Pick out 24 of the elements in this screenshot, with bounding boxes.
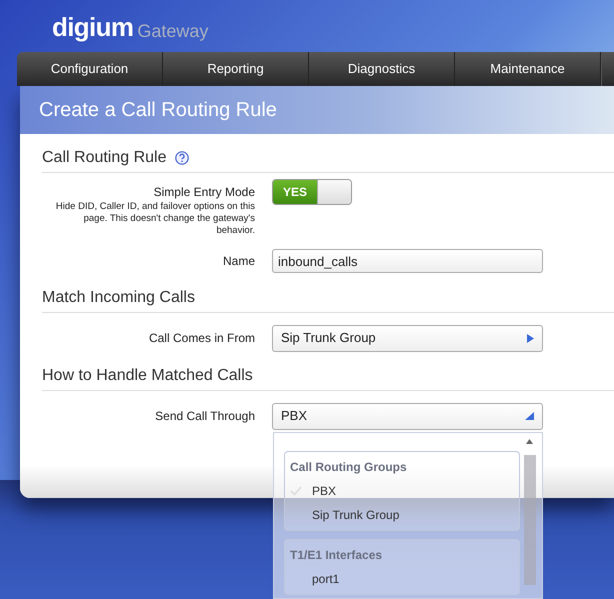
select-field[interactable]: Sip Trunk Group	[272, 324, 543, 352]
section-heading: How to Handle Matched Calls	[42, 366, 253, 386]
section-heading: Call Routing Rule	[42, 148, 167, 168]
field-hint: Hide DID, Caller ID, and failover options on this page. This doesn't change the gateway's behavior.	[54, 201, 255, 237]
help-icon[interactable]	[174, 151, 189, 165]
group-heading: T1/E1 Interfaces	[290, 547, 384, 564]
dropdown-option[interactable]: port1	[290, 570, 514, 588]
section-heading: Match Incoming Calls	[42, 288, 195, 308]
select-field[interactable]: PBX	[272, 402, 543, 430]
text-field[interactable]: inbound_calls	[272, 249, 543, 273]
field-label: Send Call Through	[155, 408, 255, 424]
field-label: Simple Entry Mode	[154, 185, 255, 200]
dropdown-option[interactable]: Sip Trunk Group	[290, 506, 514, 524]
logo-wordmark: digium	[52, 14, 134, 40]
dropdown-option[interactable]: PBX	[290, 482, 514, 500]
field-label: Name	[222, 254, 255, 269]
collapse-arrow-icon	[525, 412, 534, 420]
field-label: Call Comes in From	[148, 330, 255, 346]
page-title: Create a Call Routing Rule	[39, 98, 277, 123]
expand-arrow-icon	[527, 334, 534, 342]
check-icon	[290, 486, 302, 496]
scroll-up-icon	[526, 439, 533, 444]
logo-product-name: Gateway	[137, 22, 208, 40]
group-heading: Call Routing Groups	[290, 459, 408, 476]
